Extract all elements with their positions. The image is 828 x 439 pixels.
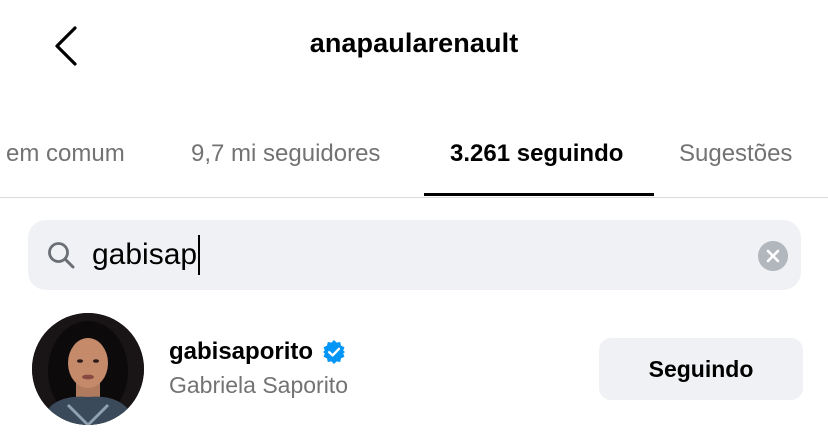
clear-search-button[interactable] <box>758 241 788 271</box>
search-bar[interactable]: gabisap <box>28 220 801 290</box>
page-title: anapaularenault <box>309 28 519 58</box>
tab-followers[interactable]: 9,7 mi seguidores <box>191 140 380 168</box>
avatar[interactable] <box>32 313 144 425</box>
text-caret <box>198 235 201 275</box>
avatar-photo <box>32 313 144 425</box>
following-button[interactable]: Seguindo <box>599 338 803 400</box>
search-input-value: gabisap <box>92 238 198 271</box>
clear-icon <box>766 249 780 263</box>
header: anapaularenault <box>0 0 828 92</box>
full-name: Gabriela Saporito <box>169 372 348 398</box>
following-list-screen: anapaularenault 3 em comum 9,7 mi seguid… <box>0 0 828 439</box>
tab-suggestions[interactable]: Sugestões <box>679 140 792 168</box>
active-tab-indicator <box>424 193 654 196</box>
search-input[interactable]: gabisap <box>92 234 201 276</box>
list-item[interactable]: gabisaporito Gabriela Saporito Seguindo <box>0 306 828 439</box>
tab-mutual[interactable]: 3 em comum <box>0 140 125 168</box>
tab-following[interactable]: 3.261 seguindo <box>450 140 623 168</box>
tab-bar: 3 em comum 9,7 mi seguidores 3.261 segui… <box>0 120 828 198</box>
verified-badge-icon <box>323 340 346 364</box>
search-icon <box>48 242 75 269</box>
username[interactable]: gabisaporito <box>169 338 313 366</box>
username-row: gabisaporito <box>169 338 347 366</box>
